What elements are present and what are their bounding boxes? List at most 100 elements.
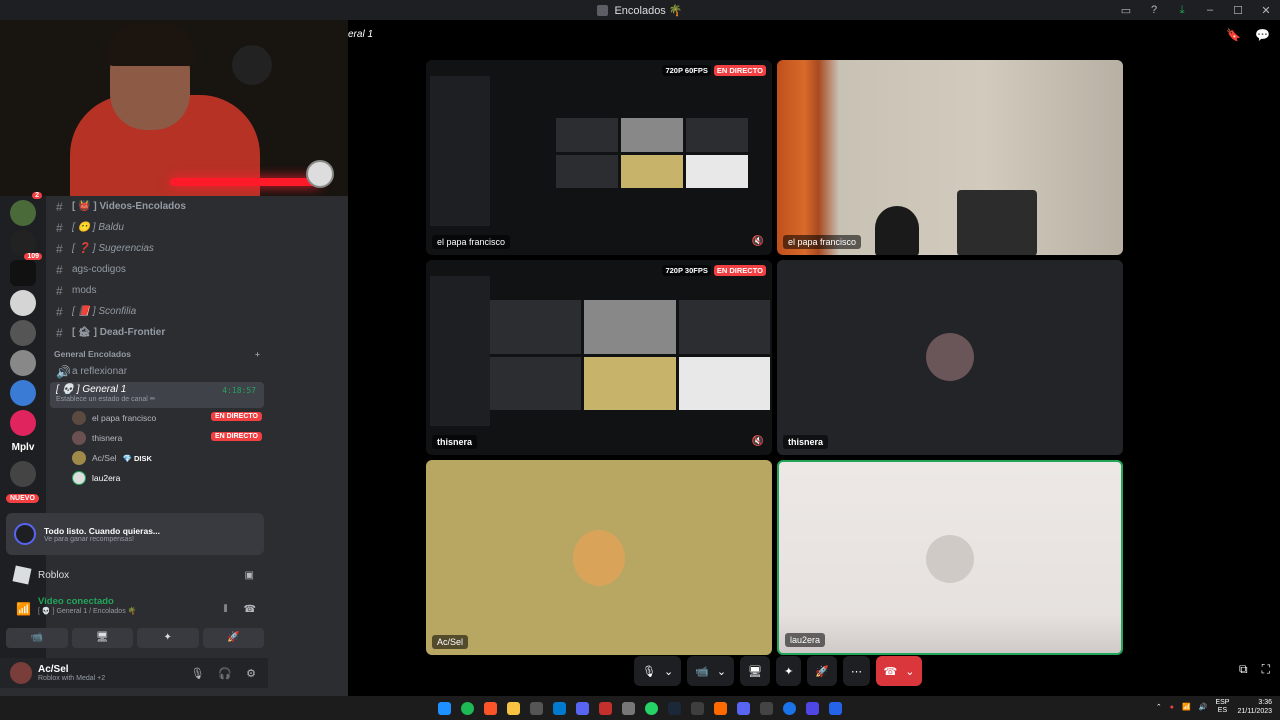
close-button[interactable]: ✕	[1252, 4, 1280, 17]
voice-member[interactable]: thisnera EN DIRECTO	[46, 428, 268, 448]
hash-icon: #	[56, 325, 63, 340]
vscode-icon[interactable]	[553, 701, 566, 715]
video-tile-speaking[interactable]: lau2era	[777, 460, 1123, 655]
stream-game-icon[interactable]: ▣	[245, 570, 254, 581]
bookmark-icon[interactable]: 🔖	[1226, 28, 1241, 42]
voice-member[interactable]: el papa francisco EN DIRECTO	[46, 408, 268, 428]
chrome-icon[interactable]	[783, 701, 796, 715]
whatsapp-icon[interactable]	[645, 701, 658, 715]
quest-promo[interactable]: Todo listo. Cuando quieras... Ve para gan…	[6, 513, 264, 555]
speaker-mute-icon[interactable]: 🔇	[752, 236, 764, 247]
server-icon[interactable]	[10, 380, 36, 406]
maximize-button[interactable]: ☐	[1224, 4, 1252, 17]
tile-label: Ac/Sel	[432, 635, 469, 649]
volume-icon[interactable]: 🔊	[1199, 703, 1208, 711]
video-tile-camera[interactable]: el papa francisco	[777, 60, 1123, 255]
store-icon[interactable]	[530, 701, 543, 715]
inbox-icon[interactable]: ▭	[1112, 4, 1140, 17]
voice-channel-active[interactable]: [ 💀 ] General 1 Establece un estado de c…	[50, 382, 264, 408]
channel-item[interactable]: # mods	[46, 280, 268, 301]
video-tile-stream[interactable]: 720P 60FPS EN DIRECTO el papa francisco 🔇	[426, 60, 772, 255]
app-icon[interactable]	[806, 701, 819, 715]
more-button[interactable]: ⋯	[843, 656, 870, 686]
video-tile-audio[interactable]: thisnera	[777, 260, 1123, 455]
mic-icon[interactable]: 🎙	[190, 667, 204, 680]
language-indicator[interactable]: ESP ES	[1215, 699, 1229, 715]
discord-icon[interactable]	[737, 701, 750, 715]
server-icon[interactable]	[10, 260, 36, 286]
fullscreen-icon[interactable]: ⛶	[1262, 662, 1270, 677]
avatar[interactable]	[10, 662, 32, 684]
tray-app-icon[interactable]: ●	[1170, 704, 1174, 711]
chat-icon[interactable]: 💬	[1255, 28, 1270, 42]
server-mplv[interactable]: Mplv	[0, 442, 46, 453]
add-channel-icon[interactable]: +	[255, 349, 260, 359]
speaker-mute-icon[interactable]: 🔇	[752, 436, 764, 447]
channel-label: [ ❓ ] Sugerencias	[72, 243, 154, 254]
clock-time: 3:36	[1258, 699, 1272, 706]
server-icon[interactable]: 109	[10, 230, 42, 260]
channel-label: mods	[72, 285, 97, 296]
app-icon[interactable]	[714, 701, 727, 715]
server-icon[interactable]: 2	[10, 192, 42, 226]
disconnect-icon[interactable]: ☎	[244, 604, 256, 615]
popout-icon[interactable]: ⧉	[1239, 662, 1248, 677]
server-icon[interactable]	[10, 461, 36, 487]
clock[interactable]: 3:36 21/11/2023	[1237, 698, 1272, 716]
channel-item[interactable]: # [ 👹 ] Videos-Encolados	[46, 196, 268, 217]
brave-icon[interactable]	[484, 701, 497, 715]
screen-share-button[interactable]: 🖥	[71, 628, 133, 648]
channel-label: [ 🏚 ] Dead-Frontier	[72, 327, 166, 338]
channel-item[interactable]: # [ ❓ ] Sugerencias	[46, 238, 268, 259]
voice-member[interactable]: Ac/Sel 💎 DISK	[46, 448, 268, 468]
channel-item[interactable]: # [ 📕 ] Sconfilia	[46, 301, 268, 322]
server-icon[interactable]	[10, 320, 36, 346]
activities-button[interactable]: ✦	[776, 656, 802, 686]
steam-icon[interactable]	[668, 701, 681, 715]
channel-item[interactable]: # ags-codigos	[46, 259, 268, 280]
chevron-down-icon: ⌄	[663, 665, 674, 678]
screen-share-button[interactable]: 🖥	[740, 656, 771, 686]
download-icon[interactable]: ⤓	[1168, 4, 1196, 17]
voice-member[interactable]: lau2era	[46, 468, 268, 488]
activity-row[interactable]: Roblox ▣	[6, 560, 264, 590]
server-icon[interactable]	[10, 290, 36, 316]
settings-icon[interactable]	[622, 701, 635, 715]
start-icon[interactable]	[438, 701, 451, 715]
chevron-down-icon: ⌄	[905, 665, 915, 678]
app-icon[interactable]	[829, 701, 842, 715]
channel-status[interactable]: Establece un estado de canal ✏	[56, 395, 258, 403]
tray-chevron-icon[interactable]: ⌃	[1156, 703, 1162, 711]
camera-toggle[interactable]: 📹 ⌄	[687, 656, 735, 686]
video-tile-stream[interactable]: 720P 30FPS EN DIRECTO thisnera 🔇	[426, 260, 772, 455]
category-header[interactable]: General Encolados +	[46, 343, 268, 361]
soundboard-button[interactable]: 🚀	[807, 656, 837, 686]
channel-item[interactable]: # [ 🏚 ] Dead-Frontier	[46, 322, 268, 343]
activities-button[interactable]: ✦	[137, 628, 199, 648]
app-icon[interactable]	[760, 701, 773, 715]
gear-icon[interactable]: ⚙	[246, 667, 256, 680]
disconnect-button[interactable]: ☎ ⌄	[876, 656, 922, 686]
app-icon[interactable]	[691, 701, 704, 715]
discord-icon[interactable]	[576, 701, 589, 715]
mic-toggle[interactable]: 🎙 ⌄	[634, 656, 682, 686]
noise-suppression-icon[interactable]: ⫴	[223, 604, 227, 615]
app-icon[interactable]	[599, 701, 612, 715]
server-icon[interactable]	[10, 350, 36, 376]
soundboard-button[interactable]: 🚀	[202, 628, 264, 648]
channel-item[interactable]: # [ 😶 ] Baldu	[46, 217, 268, 238]
folder-icon[interactable]	[507, 701, 520, 715]
headphones-icon[interactable]: 🎧	[218, 667, 232, 680]
wifi-icon[interactable]: 📶	[1182, 703, 1191, 711]
camera-off-button[interactable]: 📹	[6, 628, 68, 648]
help-icon[interactable]: ?	[1140, 4, 1168, 16]
signal-icon[interactable]: 📶	[16, 602, 31, 616]
spotify-icon[interactable]	[461, 701, 474, 715]
call-timer: 4:18:57	[222, 386, 256, 395]
minimize-button[interactable]: –	[1196, 4, 1224, 16]
server-icon[interactable]	[10, 410, 36, 436]
voice-channel-item[interactable]: 🔊 a reflexionar	[46, 361, 268, 382]
avatar	[72, 451, 86, 465]
video-tile-audio[interactable]: Ac/Sel	[426, 460, 772, 655]
activity-label: Roblox	[38, 569, 70, 581]
